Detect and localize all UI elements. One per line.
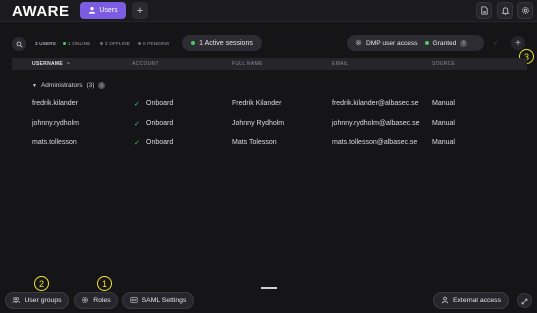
plus-icon: +	[515, 37, 521, 49]
cell-full-name: Mats Tolesson	[232, 139, 277, 146]
roles-button[interactable]: Roles	[74, 292, 118, 309]
check-icon: ✓	[493, 40, 499, 47]
filter-pending[interactable]: 0 PENDING	[138, 41, 170, 46]
cell-account: Onboard	[146, 120, 174, 127]
group-name: Administrators	[40, 82, 83, 89]
user-icon	[88, 6, 96, 16]
add-tab-button[interactable]: +	[132, 2, 148, 19]
cell-email: mats.tollesson@albasec.se	[332, 139, 418, 146]
pending-dot	[138, 42, 141, 45]
cell-username: mats.tollesson	[32, 139, 77, 146]
active-sessions-label: 1 Active sessions	[199, 39, 253, 47]
sessions-status-dot	[191, 41, 196, 45]
external-access-label: External access	[453, 297, 501, 304]
filter-online-label: 1 ONLINE	[68, 41, 91, 46]
cell-full-name: Johnny Rydholm	[232, 120, 285, 127]
active-sessions-button[interactable]: 1 Active sessions	[182, 35, 262, 51]
add-user-button[interactable]: +	[511, 36, 525, 50]
sort-indicator: ~	[66, 61, 70, 67]
user-groups-button[interactable]: User groups	[5, 292, 69, 309]
cell-email: johnny.rydholm@albasec.se	[332, 120, 420, 127]
filter-all-users-label: 3 USERS	[35, 41, 57, 46]
users-icon	[12, 296, 21, 306]
document-button[interactable]	[476, 2, 492, 19]
info-icon[interactable]: i	[460, 39, 468, 47]
check-icon: ✓	[134, 101, 140, 108]
settings-button[interactable]	[517, 2, 533, 19]
external-access-button[interactable]: External access	[433, 292, 509, 309]
table-row[interactable]: johnny.rydholm ✓ Onboard Johnny Rydholm …	[12, 120, 527, 140]
cell-account: Onboard	[146, 139, 174, 146]
expand-icon	[521, 292, 528, 310]
column-header-source[interactable]: SOURCE	[432, 61, 455, 67]
table-row[interactable]: fredrik.kilander ✓ Onboard Fredrik Kilan…	[12, 100, 527, 120]
filter-online[interactable]: 1 ONLINE	[63, 41, 91, 46]
user-groups-label: User groups	[24, 297, 62, 304]
annotation-marker-1: 1	[97, 276, 112, 291]
notifications-button[interactable]	[497, 2, 513, 19]
roles-label: Roles	[93, 297, 111, 304]
column-header-username[interactable]: USERNAME ~	[32, 61, 70, 67]
column-header-full-name[interactable]: FULL NAME	[232, 61, 263, 67]
check-icon: ✓	[134, 121, 140, 128]
saml-icon	[130, 296, 138, 306]
filter-offline-label: 2 OFFLINE	[105, 41, 131, 46]
filter-all-users[interactable]: 3 USERS	[35, 41, 56, 46]
search-icon	[16, 35, 23, 53]
group-count: (3)	[86, 82, 95, 89]
column-username-label: USERNAME	[32, 61, 64, 67]
top-bar: AWARE Users +	[0, 0, 537, 22]
key-icon	[355, 39, 362, 48]
annotation-marker-2: 2	[34, 276, 49, 291]
table-row[interactable]: mats.tollesson ✓ Onboard Mats Tolesson m…	[12, 139, 527, 159]
filter-pending-label: 0 PENDING	[143, 41, 170, 46]
online-dot	[63, 42, 66, 45]
document-icon	[480, 2, 489, 20]
cell-username: fredrik.kilander	[32, 100, 78, 107]
column-header-account[interactable]: ACCOUNT	[132, 61, 159, 67]
dmp-status-label: Granted	[432, 39, 457, 47]
saml-settings-label: SAML Settings	[141, 297, 187, 304]
cell-source: Manual	[432, 139, 455, 146]
offline-dot	[100, 42, 103, 45]
cell-username: johnny.rydholm	[32, 120, 79, 127]
cell-source: Manual	[432, 120, 455, 127]
column-header-email[interactable]: EMAIL	[332, 61, 349, 67]
roles-icon	[81, 296, 89, 306]
cell-full-name: Fredrik Kilander	[232, 100, 282, 107]
check-icon: ✓	[134, 140, 140, 147]
bell-icon	[500, 2, 510, 20]
app-logo: AWARE	[12, 3, 70, 20]
group-administrators[interactable]: ▼ Administrators (3) i	[32, 82, 106, 89]
expand-button[interactable]	[517, 293, 532, 308]
dmp-access-label: DMP user access	[366, 39, 418, 47]
gear-icon	[521, 2, 530, 20]
dmp-user-access-button[interactable]: DMP user access Granted i	[347, 35, 484, 51]
cell-account: Onboard	[146, 100, 174, 107]
cell-source: Manual	[432, 100, 455, 107]
search-button[interactable]	[12, 37, 26, 51]
drag-handle[interactable]	[261, 287, 277, 289]
saml-settings-button[interactable]: SAML Settings	[122, 292, 194, 309]
person-icon	[441, 296, 449, 306]
granted-dot	[424, 41, 429, 45]
tab-users-label: Users	[99, 7, 118, 14]
tab-users[interactable]: Users	[80, 2, 126, 19]
collapse-triangle-icon: ▼	[32, 82, 37, 89]
info-icon[interactable]: i	[98, 82, 106, 89]
filter-offline[interactable]: 2 OFFLINE	[100, 41, 130, 46]
cell-email: fredrik.kilander@albasec.se	[332, 100, 419, 107]
